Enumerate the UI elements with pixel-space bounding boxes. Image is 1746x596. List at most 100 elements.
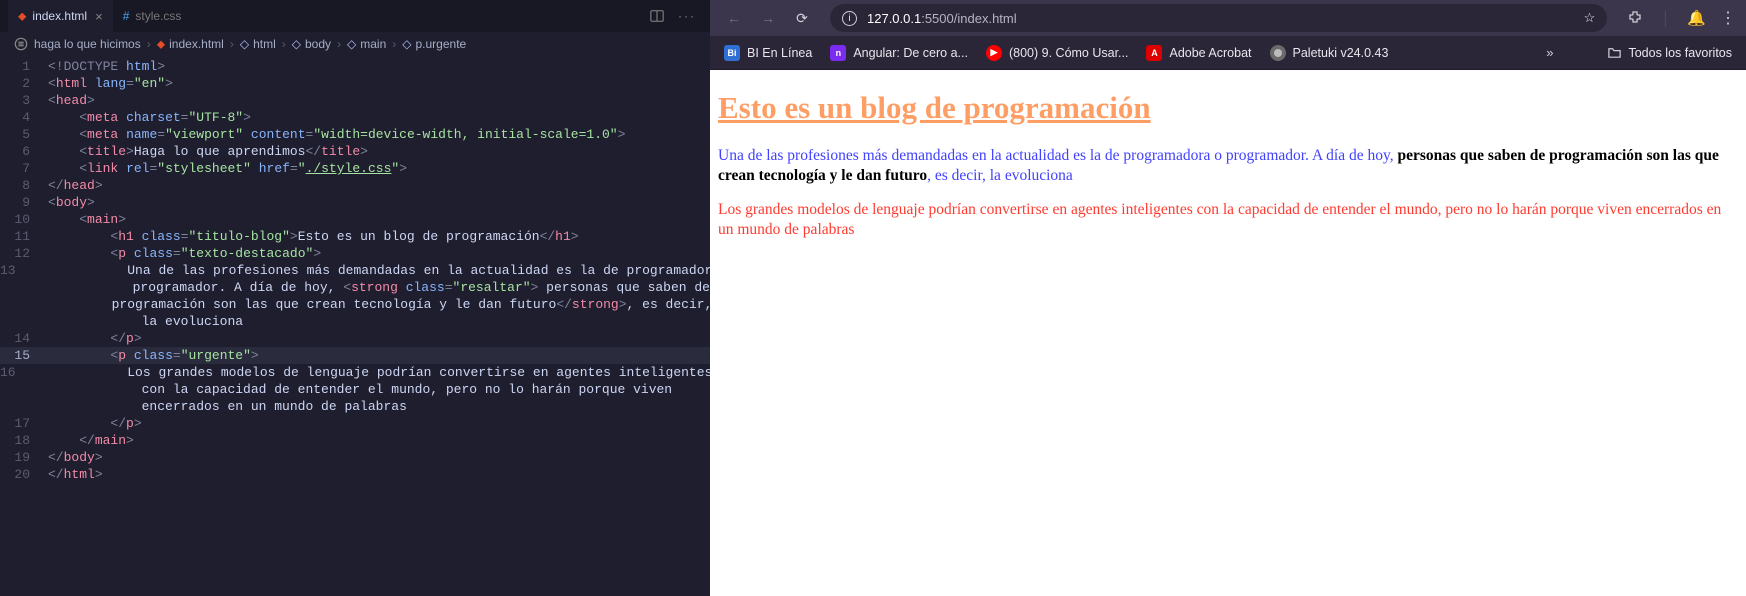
code-line[interactable]: 9<body> [0, 194, 710, 211]
line-number: 3 [0, 92, 48, 109]
url-bar[interactable]: i 127.0.0.1:5500/index.html ☆ [830, 4, 1607, 32]
code-line[interactable]: programación son las que crean tecnologí… [0, 296, 710, 313]
vscode-editor-pane: ⬥index.html×#style.css ··· haga lo que h… [0, 0, 710, 596]
extensions-icon[interactable] [1627, 10, 1643, 26]
browser-toolbar: ← → ⟳ i 127.0.0.1:5500/index.html ☆ ｜ 🔔 … [710, 0, 1746, 36]
code-content: <!DOCTYPE html> [48, 58, 165, 75]
line-number: 20 [0, 466, 48, 483]
line-number: 19 [0, 449, 48, 466]
code-content: <body> [48, 194, 95, 211]
site-info-icon[interactable]: i [842, 11, 857, 26]
breadcrumb-main[interactable]: ◇main [347, 37, 386, 51]
reload-button[interactable]: ⟳ [788, 4, 816, 32]
bookmark-pl[interactable]: Paletuki v24.0.43 [1270, 45, 1389, 61]
code-content: programador. A día de hoy, <strong class… [39, 279, 710, 296]
code-content: </head> [48, 177, 103, 194]
breadcrumb-p-urgente[interactable]: ◇p.urgente [402, 37, 466, 51]
code-line[interactable]: con la capacidad de entender el mundo, p… [0, 381, 710, 398]
code-line[interactable]: la evoluciona [0, 313, 710, 330]
code-line[interactable]: 3<head> [0, 92, 710, 109]
split-editor-icon[interactable] [650, 9, 664, 23]
editor-breadcrumbs[interactable]: haga lo que hicimos › ⬥index.html › ◇htm… [0, 32, 710, 56]
chevron-right-icon: › [282, 37, 286, 51]
code-line[interactable]: 10 <main> [0, 211, 710, 228]
notifications-icon[interactable]: 🔔 [1687, 9, 1706, 27]
close-tab-icon[interactable]: × [95, 9, 103, 24]
bookmark-ad[interactable]: AAdobe Acrobat [1146, 45, 1251, 61]
code-editor[interactable]: 1<!DOCTYPE html>2<html lang="en">3<head>… [0, 56, 710, 596]
yt-favicon: ▶ [986, 45, 1002, 61]
html-file-icon: ⬥ [18, 9, 26, 24]
breadcrumb-root[interactable]: haga lo que hicimos [34, 37, 141, 51]
code-line[interactable]: 7 <link rel="stylesheet" href="./style.c… [0, 160, 710, 177]
code-line[interactable]: 16 Los grandes modelos de lenguaje podrí… [0, 364, 710, 381]
line-number: 14 [0, 330, 48, 347]
bookmark-yt[interactable]: ▶ (800) 9. Cómo Usar... [986, 45, 1129, 61]
all-bookmarks-label: Todos los favoritos [1628, 46, 1732, 60]
chevron-right-icon: › [337, 37, 341, 51]
line-number [0, 398, 48, 415]
tab-label: style.css [135, 9, 181, 23]
forward-button[interactable]: → [754, 4, 782, 32]
editor-tab-style-css[interactable]: #style.css [113, 0, 192, 32]
code-line[interactable]: 11 <h1 class="titulo-blog">Esto es un bl… [0, 228, 710, 245]
code-line[interactable]: programador. A día de hoy, <strong class… [0, 279, 710, 296]
code-line[interactable]: 6 <title>Haga lo que aprendimos</title> [0, 143, 710, 160]
bookmark-ng[interactable]: nAngular: De cero a... [830, 45, 968, 61]
back-button[interactable]: ← [720, 4, 748, 32]
all-bookmarks-button[interactable]: Todos los favoritos [1607, 45, 1732, 60]
line-number: 16 [0, 364, 34, 381]
more-actions-icon[interactable]: ··· [678, 9, 696, 23]
code-line[interactable]: 5 <meta name="viewport" content="width=d… [0, 126, 710, 143]
line-number: 10 [0, 211, 48, 228]
code-line[interactable]: 12 <p class="texto-destacado"> [0, 245, 710, 262]
code-line[interactable]: 17 </p> [0, 415, 710, 432]
code-line[interactable]: 19</body> [0, 449, 710, 466]
code-content: </body> [48, 449, 103, 466]
breadcrumb-html[interactable]: ◇html [240, 37, 276, 51]
ng-favicon: n [830, 45, 846, 61]
line-number [0, 381, 48, 398]
line-number: 12 [0, 245, 48, 262]
code-line[interactable]: 13 Una de las profesiones más demandadas… [0, 262, 710, 279]
breadcrumb-menu-icon[interactable] [14, 37, 28, 51]
breadcrumb-file[interactable]: ⬥index.html [157, 37, 224, 52]
bookmarks-bar: BiBI En Línea nAngular: De cero a... ▶ (800… [710, 36, 1746, 70]
paragraph-text: Una de las profesiones más demandadas en… [718, 147, 1397, 164]
bookmark-star-icon[interactable]: ☆ [1584, 10, 1596, 26]
code-line[interactable]: 14 </p> [0, 330, 710, 347]
code-content: <p class="texto-destacado"> [48, 245, 321, 262]
code-line[interactable]: 20</html> [0, 466, 710, 483]
line-number: 17 [0, 415, 48, 432]
chevron-right-icon: › [230, 37, 234, 51]
code-content: con la capacidad de entender el mundo, p… [48, 381, 672, 398]
paragraph-text: , es decir, la evoluciona [927, 167, 1073, 184]
code-content: <h1 class="titulo-blog">Esto es un blog … [48, 228, 579, 245]
line-number [0, 296, 18, 313]
code-line[interactable]: 1<!DOCTYPE html> [0, 58, 710, 75]
line-number: 9 [0, 194, 48, 211]
menu-icon[interactable]: ⋮ [1720, 8, 1736, 28]
bookmark-label: Paletuki v24.0.43 [1293, 46, 1389, 60]
code-content: Los grandes modelos de lenguaje podrían … [34, 364, 713, 381]
code-line[interactable]: 15 <p class="urgente"> [0, 347, 710, 364]
code-line[interactable]: 2<html lang="en"> [0, 75, 710, 92]
code-line[interactable]: 8</head> [0, 177, 710, 194]
code-line[interactable]: 18 </main> [0, 432, 710, 449]
bookmark-bi[interactable]: BiBI En Línea [724, 45, 812, 61]
line-number: 18 [0, 432, 48, 449]
code-content: <head> [48, 92, 95, 109]
breadcrumb-body[interactable]: ◇body [292, 37, 331, 51]
bookmark-label: (800) 9. Cómo Usar... [1009, 46, 1129, 60]
code-line[interactable]: encerrados en un mundo de palabras [0, 398, 710, 415]
line-number: 8 [0, 177, 48, 194]
bookmarks-overflow-icon[interactable]: » [1546, 45, 1553, 60]
line-number: 5 [0, 126, 48, 143]
code-line[interactable]: 4 <meta charset="UTF-8"> [0, 109, 710, 126]
line-number: 6 [0, 143, 48, 160]
chevron-right-icon: › [147, 37, 151, 51]
bookmark-label: Adobe Acrobat [1169, 46, 1251, 60]
editor-tab-index-html[interactable]: ⬥index.html× [8, 0, 113, 32]
pl-favicon [1270, 45, 1286, 61]
code-content: </p> [48, 415, 142, 432]
